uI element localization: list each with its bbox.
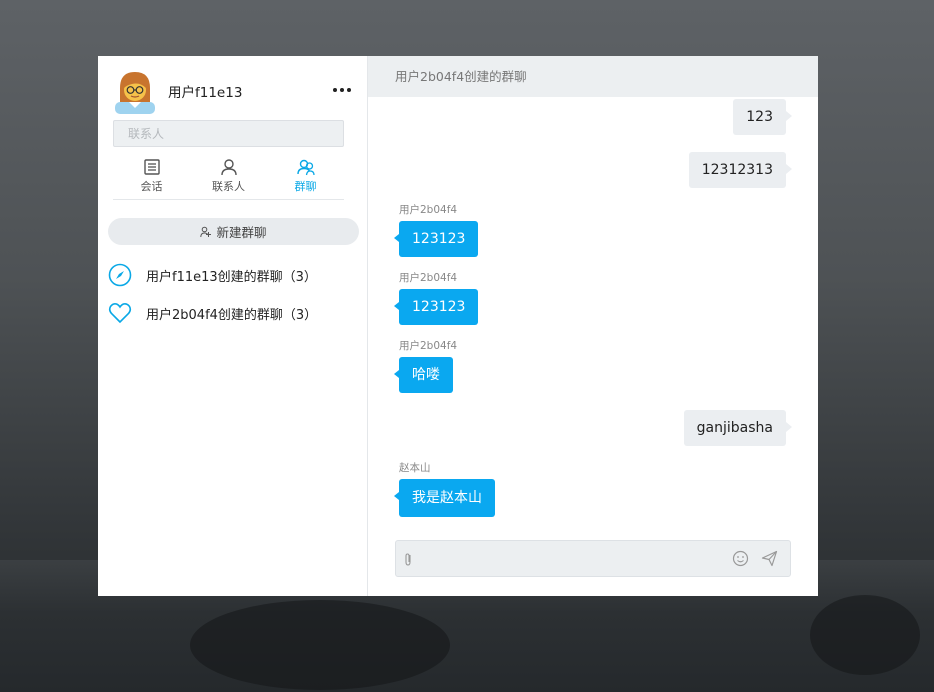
sender-name: 用户2b04f4 bbox=[399, 340, 458, 352]
chat-window: 用户f11e13 会话 联系人 bbox=[98, 56, 818, 596]
chat-panel: 用户2b04f4创建的群聊 123 12312313 用户2b04f4 1231… bbox=[368, 56, 818, 596]
new-group-button[interactable]: 新建群聊 bbox=[108, 218, 359, 245]
message-bubble: 哈喽 bbox=[394, 357, 453, 393]
profile: 用户f11e13 bbox=[112, 68, 358, 114]
compass-icon bbox=[108, 263, 132, 287]
contact-icon bbox=[220, 159, 237, 176]
background-silhouette bbox=[190, 600, 450, 690]
message-list: 123 12312313 用户2b04f4 123123 用户2b04f4 12… bbox=[368, 97, 818, 527]
background-silhouette bbox=[810, 595, 920, 675]
chat-title: 用户2b04f4创建的群聊 bbox=[368, 56, 818, 97]
group-name: 用户2b04f4创建的群聊（3） bbox=[146, 307, 318, 323]
message-bubble: 123 bbox=[733, 99, 792, 135]
message-input[interactable] bbox=[416, 541, 732, 576]
message-other: 用户2b04f4 哈喽 bbox=[394, 338, 458, 393]
send-icon[interactable] bbox=[761, 550, 778, 567]
tab-label: 会话 bbox=[140, 180, 163, 193]
message-bubble: 123123 bbox=[393, 289, 479, 325]
new-group-label: 新建群聊 bbox=[216, 225, 267, 240]
add-group-icon bbox=[200, 226, 212, 237]
group-item[interactable]: 用户2b04f4创建的群聊（3） bbox=[108, 294, 359, 332]
sender-name: 用户2b04f4 bbox=[399, 272, 458, 284]
emoji-icon[interactable] bbox=[732, 550, 749, 567]
message-mine: 123 bbox=[733, 99, 792, 135]
more-options-button[interactable] bbox=[331, 82, 352, 92]
username: 用户f11e13 bbox=[168, 85, 243, 101]
group-name: 用户f11e13创建的群聊（3） bbox=[146, 269, 317, 285]
tab-group-chat[interactable]: 群聊 bbox=[267, 158, 344, 199]
message-bubble: 我是赵本山 bbox=[394, 479, 495, 517]
message-bubble: 123123 bbox=[393, 221, 479, 257]
sender-name: 用户2b04f4 bbox=[399, 204, 458, 216]
tab-label: 群聊 bbox=[294, 180, 317, 193]
group-list: 用户f11e13创建的群聊（3） 用户2b04f4创建的群聊（3） bbox=[108, 256, 359, 332]
message-other: 用户2b04f4 123123 bbox=[393, 202, 479, 257]
message-mine: 12312313 bbox=[688, 152, 793, 188]
tab-bar: 会话 联系人 群聊 bbox=[113, 158, 344, 200]
message-bubble: ganjibasha bbox=[683, 410, 793, 446]
conversation-icon bbox=[143, 159, 160, 175]
tab-contacts[interactable]: 联系人 bbox=[190, 158, 267, 199]
message-other: 赵本山 我是赵本山 bbox=[394, 460, 495, 517]
message-bubble: 12312313 bbox=[688, 152, 793, 188]
sender-name: 赵本山 bbox=[399, 462, 431, 474]
search-input[interactable] bbox=[113, 120, 344, 147]
message-other: 用户2b04f4 123123 bbox=[393, 270, 479, 325]
attach-icon[interactable] bbox=[400, 551, 416, 567]
tab-conversations[interactable]: 会话 bbox=[113, 158, 190, 199]
sidebar: 用户f11e13 会话 联系人 bbox=[98, 56, 368, 596]
heart-icon bbox=[108, 302, 132, 324]
group-item[interactable]: 用户f11e13创建的群聊（3） bbox=[108, 256, 359, 294]
group-chat-icon bbox=[296, 159, 315, 176]
tab-label: 联系人 bbox=[212, 180, 245, 193]
message-composer bbox=[395, 540, 791, 577]
message-mine: ganjibasha bbox=[683, 410, 793, 446]
avatar[interactable] bbox=[112, 68, 158, 114]
